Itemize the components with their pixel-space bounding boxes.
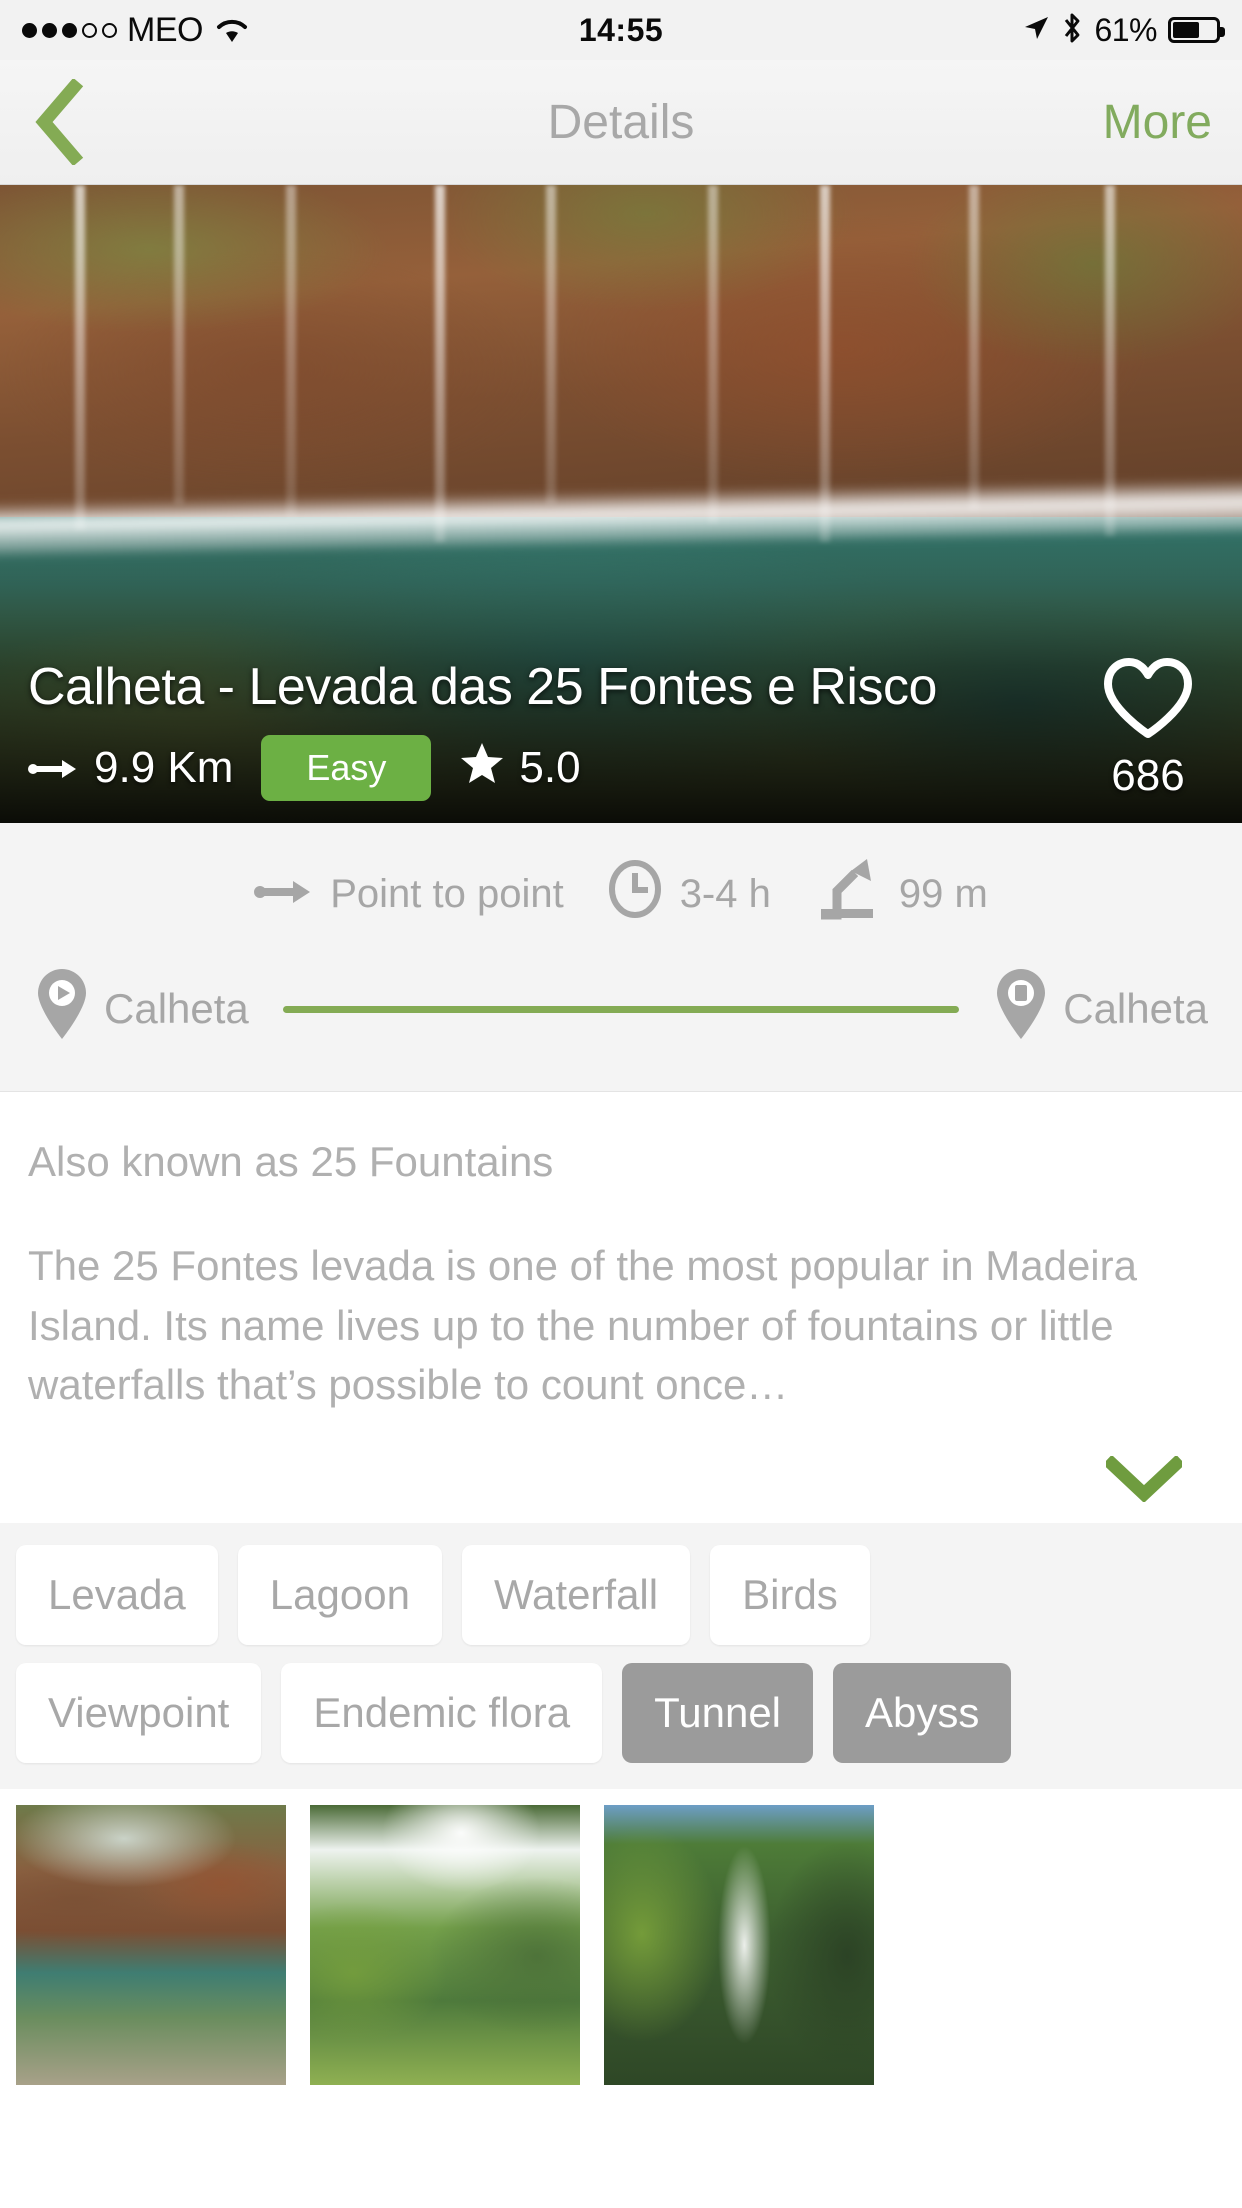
route-progress-line (282, 1005, 960, 1013)
rating-value: 5.0 (519, 743, 581, 792)
end-pin-icon (993, 967, 1049, 1051)
favorite-button[interactable]: 686 (1100, 656, 1196, 801)
gallery-thumbnail-2[interactable] (310, 1805, 580, 2085)
tag-levada[interactable]: Levada (16, 1545, 218, 1645)
photo-gallery (0, 1805, 1242, 2085)
route-type-label: Point to point (330, 871, 564, 916)
tag-waterfall[interactable]: Waterfall (461, 1545, 691, 1645)
clock-icon (608, 859, 662, 929)
gallery-thumbnail-1[interactable] (16, 1805, 286, 2085)
stats-panel: Point to point 3-4 h 99 m Calheta Calhet… (0, 823, 1242, 1092)
wifi-icon (215, 16, 249, 44)
heart-icon (1100, 656, 1196, 747)
description-panel: Also known as 25 Fountains The 25 Fontes… (0, 1092, 1242, 1523)
trail-description: The 25 Fontes levada is one of the most … (28, 1242, 1137, 1409)
stat-elevation: 99 m (815, 857, 988, 931)
trail-rating: 5.0 (459, 741, 581, 796)
hero-image[interactable]: Calheta - Levada das 25 Fontes e Risco 9… (0, 185, 1242, 823)
distance-label: 9.9 Km (94, 743, 234, 792)
trail-distance: 9.9 Km (28, 743, 233, 793)
battery-percent-label: 61% (1094, 11, 1157, 48)
elevation-label: 99 m (898, 871, 988, 916)
bluetooth-icon (1061, 12, 1083, 49)
end-point-label: Calheta (1063, 985, 1208, 1032)
back-button[interactable] (30, 77, 120, 167)
status-bar-right: 61% (1022, 11, 1225, 49)
battery-icon (1168, 17, 1225, 43)
carrier-label: MEO (127, 10, 203, 49)
elevation-icon (815, 857, 881, 931)
trail-alias: Also known as 25 Fountains (28, 1138, 554, 1185)
location-arrow-icon (1022, 14, 1050, 47)
route-start: Calheta (34, 967, 249, 1051)
tag-row-2: Viewpoint Endemic flora Tunnel Abyss (16, 1663, 1226, 1763)
start-point-label: Calheta (104, 985, 249, 1032)
status-bar-left: MEO (22, 11, 249, 50)
trail-meta-row: 9.9 Km Easy 5.0 (28, 735, 992, 801)
difficulty-badge[interactable]: Easy (261, 735, 432, 801)
stat-route-type: Point to point (254, 872, 564, 917)
favorite-count: 686 (1111, 751, 1185, 800)
stats-row: Point to point 3-4 h 99 m (0, 857, 1242, 931)
route-endpoints-row: Calheta Calheta (0, 967, 1242, 1051)
tag-viewpoint[interactable]: Viewpoint (16, 1663, 262, 1763)
stat-duration: 3-4 h (608, 859, 771, 929)
navigation-bar: Details More (0, 60, 1242, 185)
page-title: Details (547, 95, 695, 149)
trail-title: Calheta - Levada das 25 Fontes e Risco (28, 658, 937, 716)
gallery-thumbnail-3[interactable] (604, 1805, 874, 2085)
distance-arrow-icon (28, 743, 78, 793)
route-end: Calheta (993, 967, 1208, 1051)
tag-row-1: Levada Lagoon Waterfall Birds (16, 1545, 1226, 1645)
tags-panel: Levada Lagoon Waterfall Birds Viewpoint … (0, 1523, 1242, 1789)
tag-endemic-flora[interactable]: Endemic flora (281, 1663, 603, 1763)
expand-description-button[interactable] (1102, 1454, 1186, 1507)
duration-label: 3-4 h (679, 871, 771, 916)
star-icon (459, 741, 505, 796)
more-button[interactable]: More (1103, 95, 1212, 150)
tag-tunnel[interactable]: Tunnel (622, 1663, 814, 1763)
tag-abyss[interactable]: Abyss (833, 1663, 1012, 1763)
tag-lagoon[interactable]: Lagoon (237, 1545, 442, 1645)
status-bar: MEO 14:55 61% (0, 0, 1242, 60)
signal-strength-icon (22, 22, 117, 38)
start-pin-icon (34, 967, 90, 1051)
point-to-point-icon (254, 872, 312, 917)
tag-birds[interactable]: Birds (710, 1545, 870, 1645)
hero-info: Calheta - Levada das 25 Fontes e Risco 9… (28, 657, 992, 801)
